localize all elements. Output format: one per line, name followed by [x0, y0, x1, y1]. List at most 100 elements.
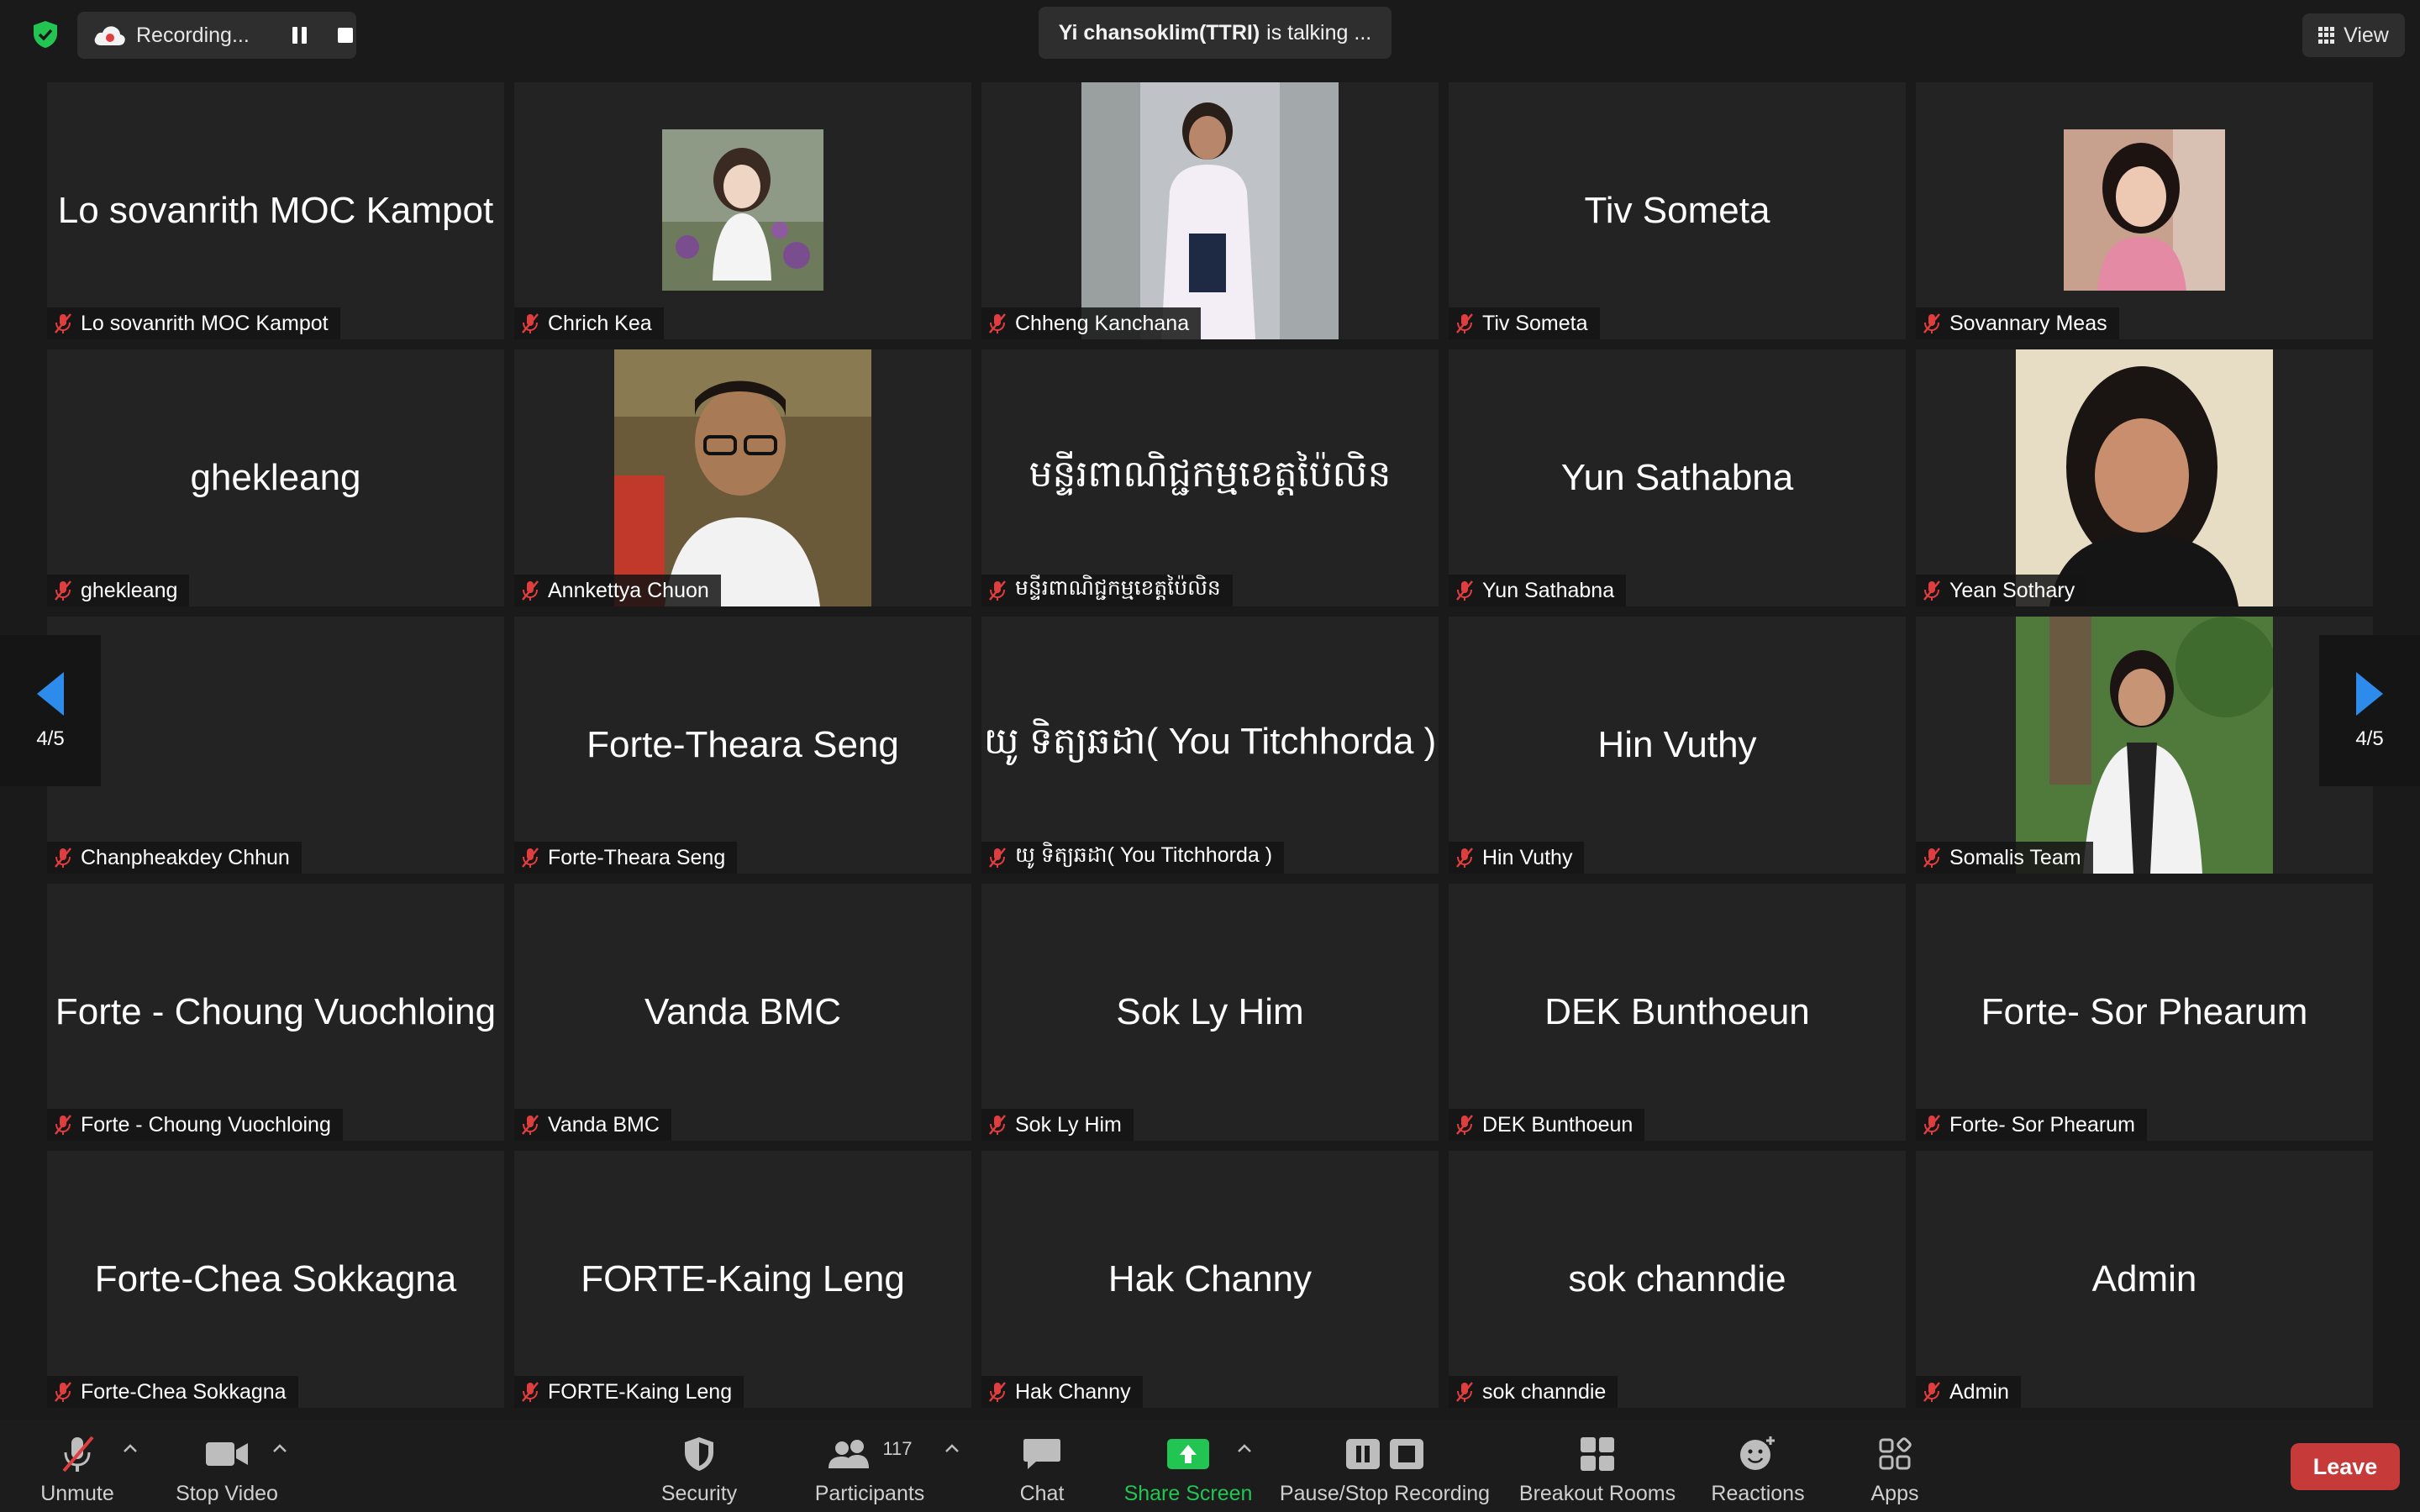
- participant-video: [662, 129, 823, 292]
- share-screen-icon: [1167, 1439, 1209, 1469]
- muted-microphone-icon: [522, 1115, 539, 1135]
- muted-microphone-icon: [1923, 313, 1940, 333]
- reactions-button[interactable]: Reactions: [1709, 1420, 1807, 1512]
- participant-name-label: Hak Channy: [981, 1376, 1143, 1408]
- breakout-rooms-button[interactable]: Breakout Rooms: [1518, 1420, 1677, 1512]
- participant-tile[interactable]: Yean Sothary: [1916, 349, 2373, 606]
- participant-tile[interactable]: Sovannary Meas: [1916, 82, 2373, 339]
- participant-video: [2016, 617, 2273, 874]
- muted-microphone-icon: [989, 848, 1006, 868]
- participant-tile[interactable]: Tiv Someta Tiv Someta: [1449, 82, 1906, 339]
- stop-video-button[interactable]: Stop Video: [168, 1420, 286, 1512]
- muted-microphone-icon: [1456, 1382, 1473, 1402]
- meeting-toolbar: Unmute Stop Video Security 117 Participa…: [0, 1420, 2420, 1512]
- participant-video: [1081, 82, 1339, 339]
- apps-icon: [1879, 1437, 1912, 1470]
- participant-name-label: Vanda BMC: [514, 1109, 671, 1141]
- muted-microphone-icon: [55, 848, 71, 868]
- participant-video: [2064, 129, 2225, 292]
- participant-tile[interactable]: ghekleang ghekleang: [47, 349, 504, 606]
- participant-name-label: Forte- Sor Phearum: [1916, 1109, 2147, 1141]
- cloud-recording-icon: [94, 26, 125, 45]
- participant-tile[interactable]: Forte- Sor Phearum Forte- Sor Phearum: [1916, 884, 2373, 1141]
- participant-tile[interactable]: Forte-Theara Seng Forte-Theara Seng: [514, 617, 971, 874]
- participant-tile[interactable]: Chheng Kanchana: [981, 82, 1439, 339]
- participants-button[interactable]: 117 Participants: [807, 1420, 933, 1512]
- participant-name-label: យូ ទិត្យឆដា( You Titchhorda ): [981, 842, 1285, 874]
- view-label: View: [2344, 23, 2389, 47]
- next-page-button[interactable]: 4/5: [2319, 635, 2420, 786]
- participant-name: Yean Sothary: [1949, 578, 2075, 602]
- participant-tile[interactable]: Admin Admin: [1916, 1151, 2373, 1408]
- participant-name: Lo sovanrith MOC Kampot: [81, 311, 329, 335]
- active-speaker-suffix: is talking ...: [1266, 20, 1372, 45]
- participant-tile[interactable]: sok channdie sok channdie: [1449, 1151, 1906, 1408]
- participant-name-label: Forte - Choung Vuochloing: [47, 1109, 343, 1141]
- participant-name: Sovannary Meas: [1949, 311, 2107, 335]
- participant-name: Tiv Someta: [1482, 311, 1588, 335]
- participant-tile[interactable]: Chrich Kea: [514, 82, 971, 339]
- view-button[interactable]: View: [2302, 13, 2405, 57]
- pause-stop-recording-button[interactable]: Pause/Stop Recording: [1277, 1420, 1492, 1512]
- pause-recording-icon[interactable]: [292, 27, 308, 44]
- participant-name: Forte- Sor Phearum: [1949, 1112, 2135, 1137]
- participant-tile[interactable]: Vanda BMC Vanda BMC: [514, 884, 971, 1141]
- muted-microphone-icon: [55, 1382, 71, 1402]
- participant-display-name: sok channdie: [1568, 1258, 1786, 1299]
- participant-name: Annkettya Chuon: [548, 578, 709, 602]
- participant-tile[interactable]: FORTE-Kaing Leng FORTE-Kaing Leng: [514, 1151, 971, 1408]
- participant-display-name: Forte- Sor Phearum: [1981, 991, 2308, 1032]
- participant-name-label: Chheng Kanchana: [981, 307, 1202, 339]
- grid-view-icon: [2318, 27, 2335, 44]
- participant-tile[interactable]: Forte - Choung Vuochloing Forte - Choung …: [47, 884, 504, 1141]
- participant-name: Vanda BMC: [548, 1112, 660, 1137]
- participant-tile[interactable]: Somalis Team: [1916, 617, 2373, 874]
- participant-name: Sok Ly Him: [1015, 1112, 1122, 1137]
- previous-page-button[interactable]: 4/5: [0, 635, 101, 786]
- participant-video: [614, 349, 871, 606]
- active-speaker-name: Yi chansoklim(TTRI): [1058, 20, 1260, 45]
- participant-tile[interactable]: យូ ទិត្យឆដា( You Titchhorda ) យូ ទិត្យឆដា…: [981, 617, 1439, 874]
- participant-name-label: មន្ទីរពាណិជ្ជកម្មខេត្តប៉ៃលិន: [981, 575, 1233, 606]
- participant-name: Forte-Theara Seng: [548, 845, 726, 869]
- leave-button[interactable]: Leave: [2291, 1443, 2400, 1490]
- participant-display-name: Yun Sathabna: [1560, 457, 1794, 498]
- participant-display-name: Hak Channy: [1107, 1258, 1313, 1299]
- share-screen-button[interactable]: Share Screen: [1121, 1420, 1255, 1512]
- participant-name-label: FORTE-Kaing Leng: [514, 1376, 744, 1408]
- apps-button[interactable]: Apps: [1859, 1420, 1931, 1512]
- participant-name: Forte - Choung Vuochloing: [81, 1112, 331, 1137]
- muted-microphone-icon: [55, 1115, 71, 1135]
- audio-options-chevron-icon[interactable]: [123, 1443, 138, 1453]
- shield-icon: [685, 1437, 713, 1471]
- participant-tile[interactable]: DEK Bunthoeun DEK Bunthoeun: [1449, 884, 1906, 1141]
- security-button[interactable]: Security: [647, 1420, 751, 1512]
- participant-display-name: Tiv Someta: [1584, 190, 1770, 231]
- muted-microphone-icon: [989, 1382, 1006, 1402]
- participant-name: Chheng Kanchana: [1015, 311, 1190, 335]
- stop-recording-icon[interactable]: [338, 28, 353, 43]
- participant-tile[interactable]: Hin Vuthy Hin Vuthy: [1449, 617, 1906, 874]
- participant-name-label: Sovannary Meas: [1916, 307, 2119, 339]
- unmute-button[interactable]: Unmute: [34, 1420, 121, 1512]
- encryption-shield-icon[interactable]: [32, 20, 59, 49]
- participant-tile[interactable]: Forte-Chea Sokkagna Forte-Chea Sokkagna: [47, 1151, 504, 1408]
- participant-tile[interactable]: Annkettya Chuon: [514, 349, 971, 606]
- participant-tile[interactable]: Hak Channy Hak Channy: [981, 1151, 1439, 1408]
- participant-tile[interactable]: Sok Ly Him Sok Ly Him: [981, 884, 1439, 1141]
- participant-tile[interactable]: Yun Sathabna Yun Sathabna: [1449, 349, 1906, 606]
- participant-tile[interactable]: Lo sovanrith MOC Kampot Lo sovanrith MOC …: [47, 82, 504, 339]
- participant-name: sok channdie: [1482, 1379, 1607, 1404]
- participants-options-chevron-icon[interactable]: [944, 1443, 960, 1453]
- participant-display-name: Hin Vuthy: [1597, 724, 1757, 765]
- participant-name: Chrich Kea: [548, 311, 652, 335]
- participant-tile[interactable]: Chanpheakdey Chhun: [47, 617, 504, 874]
- chat-button[interactable]: Chat: [1008, 1420, 1076, 1512]
- muted-microphone-icon: [1456, 313, 1473, 333]
- participant-name-label: Annkettya Chuon: [514, 575, 721, 606]
- share-options-chevron-icon[interactable]: [1237, 1443, 1252, 1453]
- video-options-chevron-icon[interactable]: [272, 1443, 287, 1453]
- participant-name-label: Yean Sothary: [1916, 575, 2087, 606]
- recording-label: Recording...: [136, 23, 250, 47]
- participant-tile[interactable]: មន្ទីរពាណិជ្ជកម្មខេត្តប៉ៃលិន មន្ទីរពាណិជ្…: [981, 349, 1439, 606]
